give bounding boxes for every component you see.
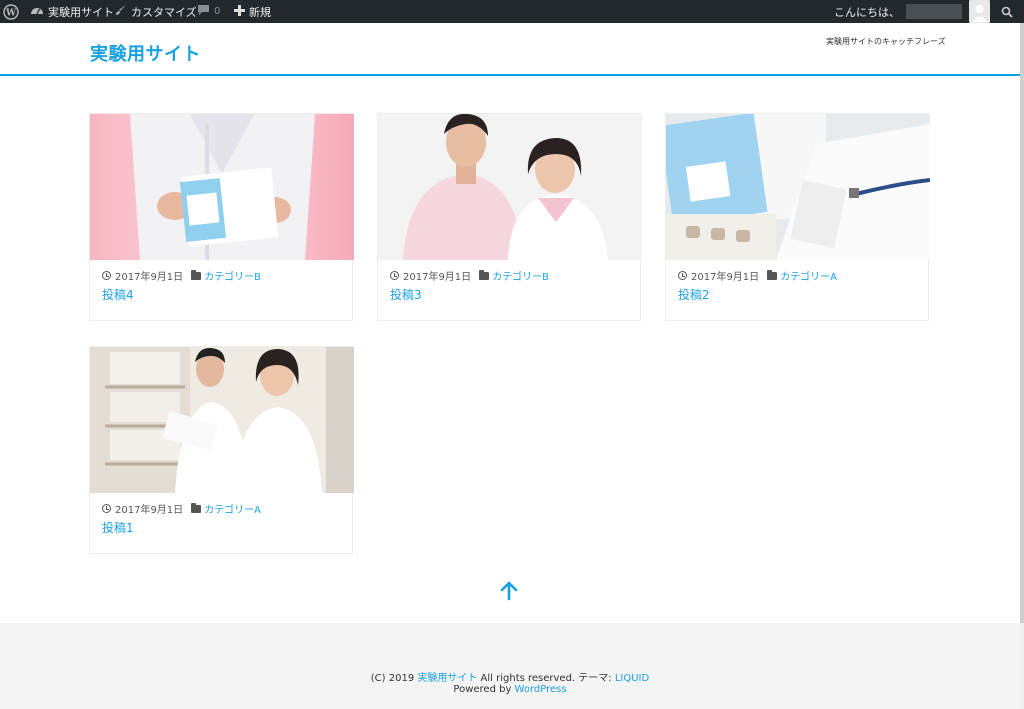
wordpress-logo-icon[interactable]: W (3, 0, 19, 23)
new-label: 新規 (249, 5, 271, 19)
post-thumbnail[interactable] (90, 347, 354, 493)
back-to-top-arrow-icon[interactable] (500, 581, 518, 601)
svg-text:W: W (5, 8, 17, 18)
post-category-link[interactable]: カテゴリーA (204, 501, 261, 516)
clock-icon (678, 271, 687, 280)
comment-icon (197, 4, 210, 19)
post-thumbnail[interactable] (378, 114, 642, 260)
post-category-link[interactable]: カテゴリーB (204, 268, 261, 283)
post-meta: 2017年9月1日 カテゴリーB (102, 268, 261, 283)
copyright-line: (C) 2019 実験用サイト All rights reserved. テーマ… (0, 669, 1020, 684)
my-account-link[interactable]: こんにちは、 さん (834, 0, 990, 23)
post-meta: 2017年9月1日 カテゴリーA (102, 501, 261, 516)
site-title[interactable]: 実験用サイト (90, 40, 201, 66)
post-date: 2017年9月1日 (115, 505, 184, 516)
copyright-prefix: (C) 2019 (370, 673, 418, 684)
admin-site-link[interactable]: 実験用サイト (30, 0, 114, 23)
theme-link[interactable]: LIQUID (615, 673, 649, 684)
catchphrase: 実験用サイトのキャッチフレーズ (826, 37, 946, 46)
powered-by-text: Powered by (453, 684, 515, 695)
powered-by-line: Powered by WordPress (0, 684, 1020, 695)
admin-site-name: 実験用サイト (48, 5, 114, 19)
post-category-link[interactable]: カテゴリーA (780, 268, 837, 283)
post-title-link[interactable]: 投稿2 (678, 286, 710, 303)
scrollbar-thumb[interactable] (1020, 23, 1024, 623)
clock-icon (102, 271, 111, 280)
clock-icon (390, 271, 399, 280)
folder-icon (767, 269, 778, 280)
post-card[interactable]: 2017年9月1日 カテゴリーB 投稿4 (89, 113, 354, 321)
customize-link[interactable]: カスタマイズ (115, 0, 197, 23)
comments-count: 0 (214, 6, 221, 17)
post-date: 2017年9月1日 (115, 272, 184, 283)
clock-icon (102, 504, 111, 513)
avatar[interactable] (969, 0, 990, 23)
admin-search-icon[interactable] (1001, 0, 1013, 23)
plus-icon (234, 4, 245, 19)
post-title-link[interactable]: 投稿1 (102, 519, 134, 536)
dashboard-icon (30, 4, 44, 19)
post-date: 2017年9月1日 (691, 272, 760, 283)
post-thumbnail[interactable] (90, 114, 354, 260)
new-content-link[interactable]: 新規 (234, 0, 271, 23)
redacted-username (906, 4, 962, 19)
greeting-text: こんにちは、 (834, 5, 900, 19)
post-category-link[interactable]: カテゴリーB (492, 268, 549, 283)
admin-bar: W 実験用サイト カスタマイズ 0 新規 こんにちは、 さん (0, 0, 1024, 23)
site-footer: (C) 2019 実験用サイト All rights reserved. テーマ… (0, 623, 1020, 709)
post-meta: 2017年9月1日 カテゴリーA (678, 268, 837, 283)
post-card[interactable]: 2017年9月1日 カテゴリーA 投稿2 (665, 113, 930, 321)
post-title-link[interactable]: 投稿4 (102, 286, 134, 303)
post-card[interactable]: 2017年9月1日 カテゴリーB 投稿3 (377, 113, 642, 321)
post-meta: 2017年9月1日 カテゴリーB (390, 268, 549, 283)
site-header: 実験用サイト 実験用サイトのキャッチフレーズ (0, 23, 1020, 76)
wordpress-link[interactable]: WordPress (515, 684, 567, 695)
folder-icon (191, 269, 202, 280)
post-date: 2017年9月1日 (403, 272, 472, 283)
footer-site-link[interactable]: 実験用サイト (417, 673, 477, 684)
folder-icon (191, 502, 202, 513)
comments-link[interactable]: 0 (197, 0, 220, 23)
post-thumbnail[interactable] (666, 114, 930, 260)
folder-icon (479, 269, 490, 280)
post-card[interactable]: 2017年9月1日 カテゴリーA 投稿1 (89, 346, 354, 554)
brush-icon (115, 4, 127, 19)
copyright-rights: All rights reserved. テーマ: (477, 673, 615, 684)
customize-label: カスタマイズ (131, 5, 197, 19)
post-title-link[interactable]: 投稿3 (390, 286, 422, 303)
